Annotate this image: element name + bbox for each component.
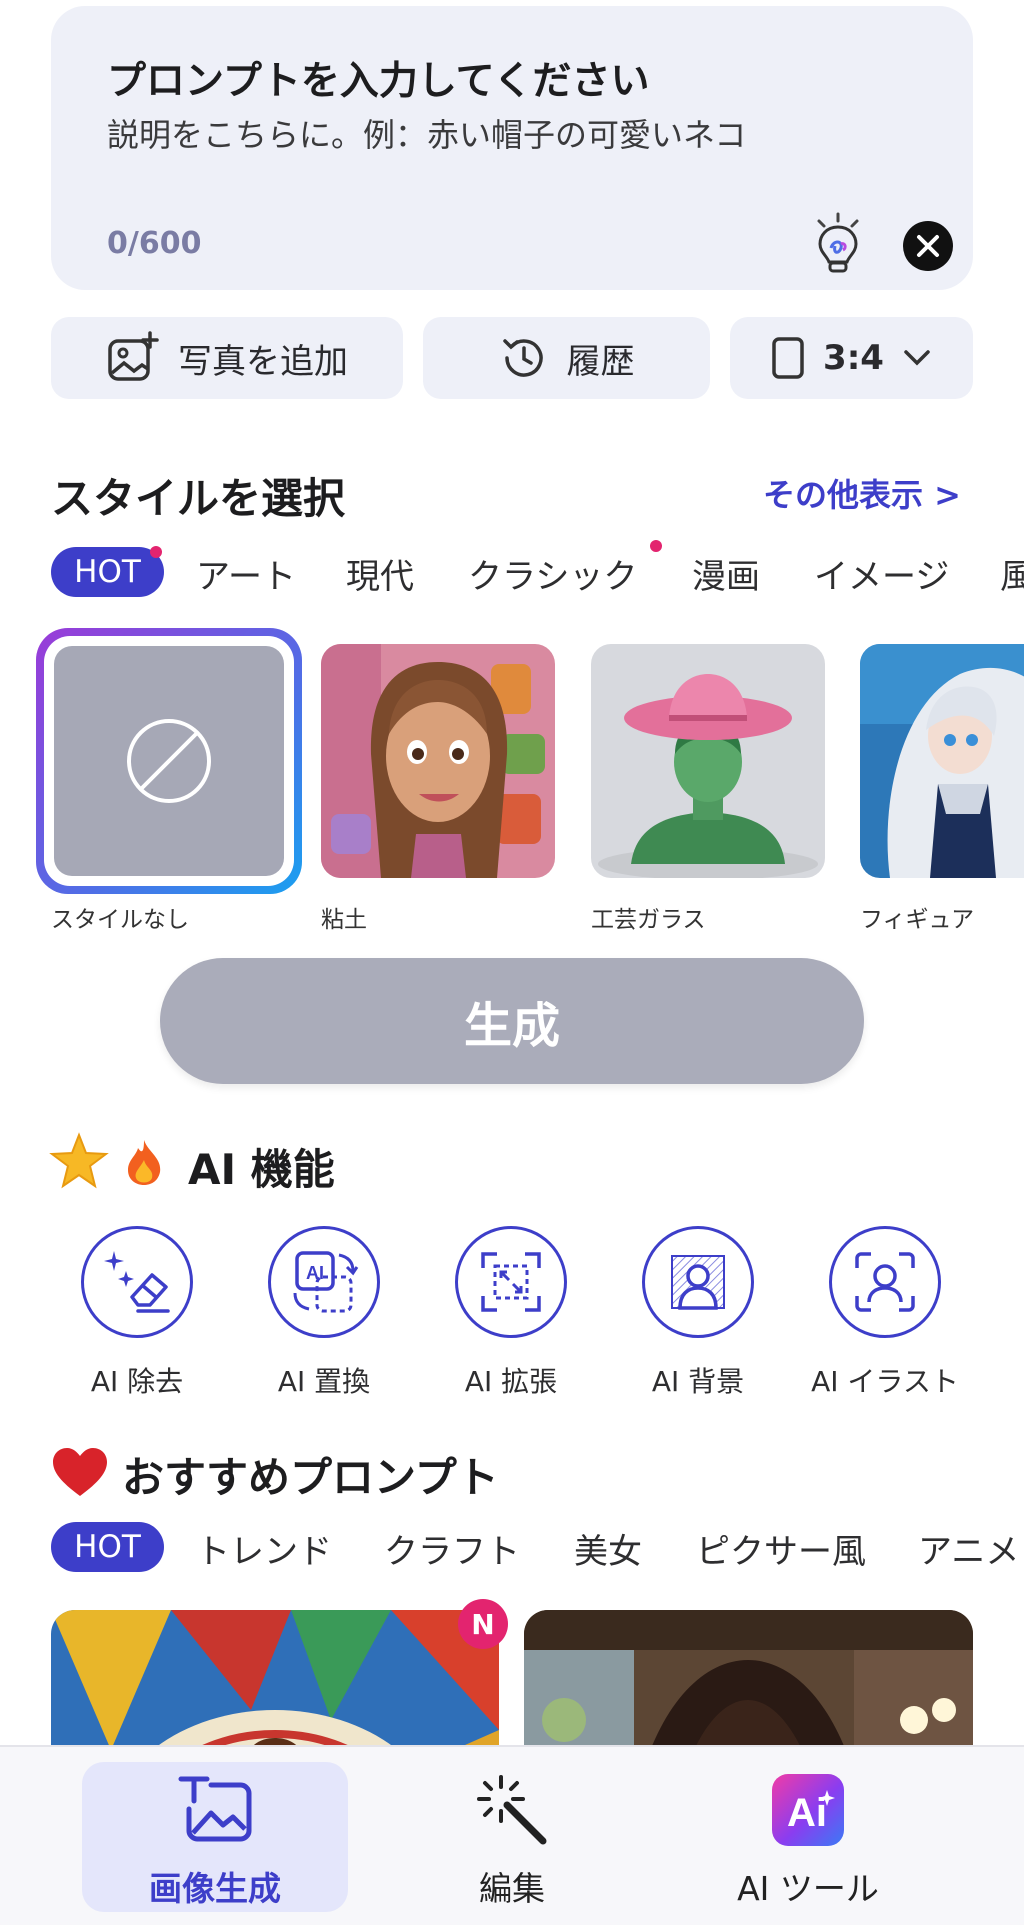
style-tab-classic[interactable]: クラシック (468, 549, 637, 598)
prompt-input[interactable]: 説明をこちらに。例：赤い帽子の可愛いネコ (107, 110, 746, 156)
eraser-sparkle-icon (104, 1251, 170, 1313)
recommend-tab-craft[interactable]: クラフト (384, 1524, 520, 1573)
show-more-link[interactable]: その他表示 > (763, 470, 961, 516)
close-icon (917, 235, 939, 257)
fire-icon (122, 1138, 166, 1190)
ai-replace-label: AI 置換 (277, 1365, 371, 1398)
expand-icon (481, 1252, 541, 1312)
new-dot (150, 546, 162, 558)
magic-wand-icon[interactable] (477, 1775, 549, 1851)
nav-label-ai-tools[interactable]: AI ツール (678, 1862, 938, 1910)
style-section-title: スタイルを選択 (51, 474, 346, 523)
style-tab-hot[interactable]: HOT (51, 547, 164, 597)
nav-label-edit[interactable]: 編集 (382, 1862, 642, 1910)
style-tile-clay[interactable] (321, 644, 555, 878)
style-tab-wind[interactable]: 風 (1000, 549, 1024, 598)
nav-label-image-generate[interactable]: 画像生成 (85, 1862, 345, 1910)
ai-expand-label: AI 拡張 (464, 1365, 558, 1398)
anime-figure-image (860, 644, 1024, 878)
history-label: 履歴 (566, 341, 635, 382)
ai-remove-button[interactable] (81, 1226, 193, 1338)
generate-button[interactable]: 生成 (160, 958, 864, 1084)
aspect-ratio-value: 3:4 (823, 338, 884, 378)
ai-expand-button[interactable] (455, 1226, 567, 1338)
style-tab-image[interactable]: イメージ (814, 549, 949, 598)
recommend-section-title: おすすめプロンプト (122, 1453, 499, 1502)
clay-figure-image (321, 644, 555, 878)
image-generate-icon[interactable] (177, 1775, 253, 1849)
no-style-icon (127, 719, 211, 803)
recommend-tab-beauty[interactable]: 美女 (574, 1524, 642, 1573)
aspect-ratio-dropdown[interactable]: 3:4 (730, 317, 973, 399)
style-tab-manga[interactable]: 漫画 (692, 549, 760, 598)
recommend-tab-pixar[interactable]: ピクサー風 (696, 1524, 866, 1573)
clear-button[interactable] (903, 221, 953, 271)
new-badge: N (458, 1599, 508, 1649)
face-scan-icon (855, 1252, 915, 1312)
glass-bust-image (591, 644, 825, 878)
svg-text:Ai: Ai (787, 1791, 827, 1832)
style-tab-art[interactable]: アート (196, 549, 296, 598)
ai-background-button[interactable] (642, 1226, 754, 1338)
style-label-none: スタイルなし (51, 907, 189, 933)
ai-illustration-label: AI イラスト (811, 1365, 959, 1398)
heart-icon (51, 1446, 109, 1502)
recommend-tab-anime[interactable]: アニメ (918, 1524, 1019, 1573)
prompt-title: プロンプトを入力してください (107, 59, 650, 104)
add-photo-label: 写真を追加 (178, 341, 348, 382)
svg-text:AI: AI (306, 1263, 324, 1283)
ai-remove-label: AI 除去 (90, 1365, 184, 1398)
style-tile-glass[interactable] (591, 644, 825, 878)
lightbulb-icon[interactable] (811, 212, 865, 274)
recommend-tab-trend[interactable]: トレンド (196, 1524, 332, 1573)
new-dot (650, 540, 662, 552)
background-person-icon (671, 1255, 725, 1310)
recommend-tab-hot[interactable]: HOT (51, 1522, 164, 1572)
character-counter: 0/600 (107, 226, 202, 261)
history-icon (502, 339, 543, 377)
style-tab-modern[interactable]: 現代 (346, 549, 414, 598)
ai-swap-icon: AI (293, 1251, 359, 1313)
ai-section-title: AI 機能 (188, 1145, 335, 1194)
ai-tools-icon[interactable]: Ai (772, 1774, 844, 1846)
style-label-clay: 粘土 (321, 907, 367, 933)
style-tile-figure[interactable] (860, 644, 1024, 878)
history-button[interactable]: 履歴 (423, 317, 710, 399)
ai-replace-button[interactable]: AI (268, 1226, 380, 1338)
ai-illustration-button[interactable] (829, 1226, 941, 1338)
add-photo-button[interactable]: 写真を追加 (51, 317, 403, 399)
ai-background-label: AI 背景 (651, 1365, 745, 1398)
star-icon (49, 1132, 109, 1194)
add-photo-icon (108, 331, 159, 381)
style-tile-none[interactable] (54, 646, 284, 876)
style-label-glass: 工芸ガラス (591, 907, 706, 933)
portrait-frame-icon (772, 337, 804, 379)
chevron-down-icon (904, 350, 930, 366)
style-label-figure: フィギュア (860, 907, 975, 933)
